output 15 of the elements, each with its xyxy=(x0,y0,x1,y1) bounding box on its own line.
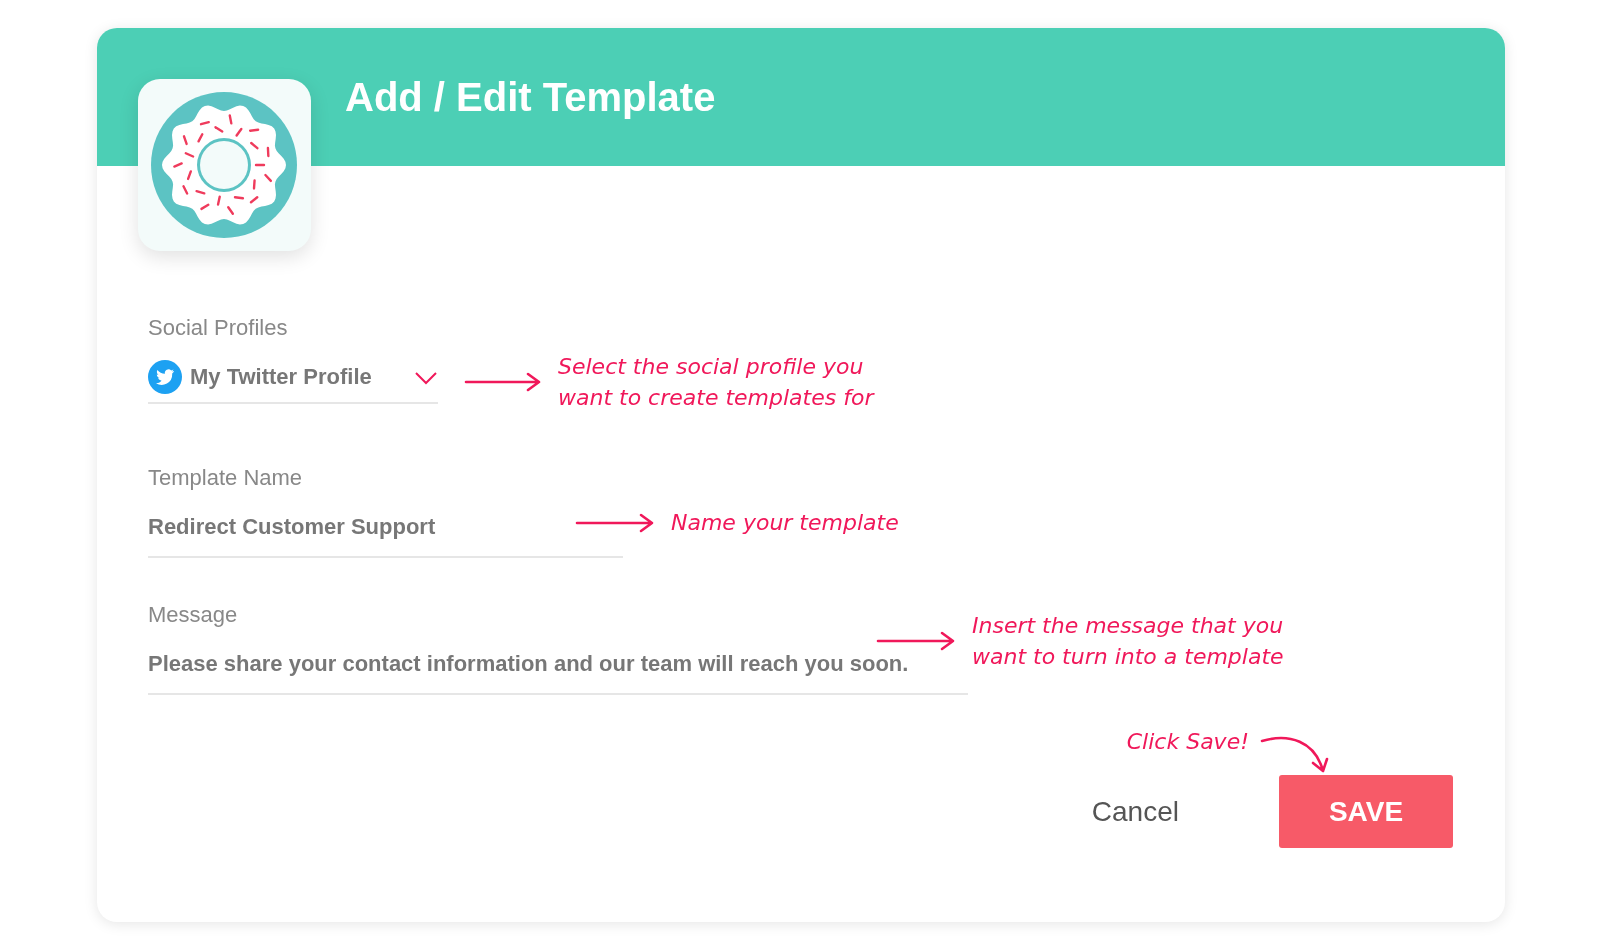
field-label: Message xyxy=(148,601,239,629)
annotation-note: Name your template xyxy=(671,509,899,537)
chevron-down-icon xyxy=(414,370,438,385)
cancel-button[interactable]: Cancel xyxy=(1085,789,1185,834)
field-label: Template Name xyxy=(148,464,304,492)
field-label: Social Profiles xyxy=(148,314,289,342)
dialog-title: Add / Edit Template xyxy=(345,74,716,121)
save-button[interactable]: SAVE xyxy=(1279,775,1453,848)
bird-icon xyxy=(148,360,182,394)
annotation-note: Select the social profile you want to create templates for xyxy=(558,353,874,412)
profile-select[interactable]: My Twitter Profile xyxy=(148,344,438,404)
annotation-note: Click Save! xyxy=(1126,727,1249,756)
message-field[interactable]: Please share your contact information and our team will reach you soon. xyxy=(148,631,968,695)
input-field[interactable]: Redirect Customer Support xyxy=(148,494,623,558)
annotation-note: Insert the message that you want to turn into a template xyxy=(972,612,1284,671)
